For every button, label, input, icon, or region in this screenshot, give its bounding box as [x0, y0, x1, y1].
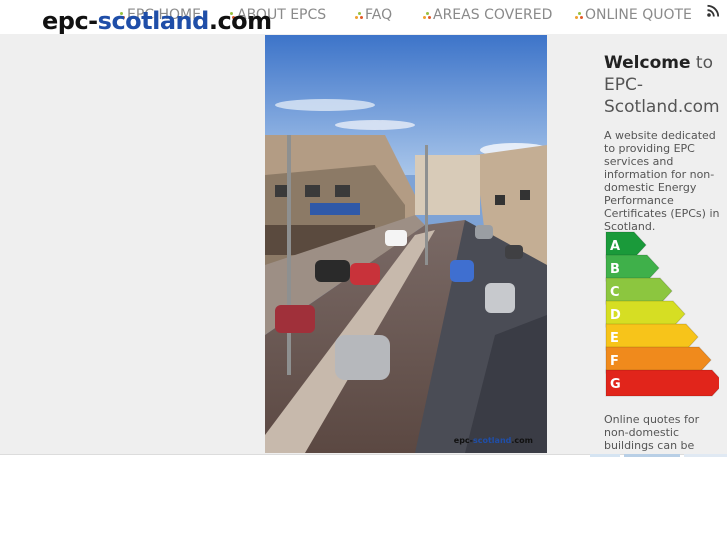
site-logo[interactable]: epc-scotland.com [42, 7, 272, 35]
welcome-to: to [690, 53, 713, 73]
hero-street-photo: epc-scotland.com [265, 35, 547, 453]
welcome-site-name: EPC-Scotland.com [604, 75, 720, 117]
footer-decoration [590, 454, 727, 457]
rating-band-label-e: E [610, 331, 619, 346]
welcome-heading: Welcome to EPC-Scotland.com [604, 52, 722, 118]
logo-text-epc: epc- [42, 7, 98, 35]
photo-watermark: epc-scotland.com [454, 436, 533, 445]
rating-band-f [605, 346, 712, 374]
rating-band-label-d: D [610, 308, 621, 323]
watermark-text-com: .com [511, 436, 533, 445]
rating-band-label-c: C [610, 285, 620, 300]
welcome-word: Welcome [604, 53, 691, 73]
rating-band-e [605, 323, 699, 351]
nav-item-areas-covered[interactable]: AREAS COVERED [423, 7, 552, 23]
rating-band-label-b: B [610, 262, 620, 277]
nav-label: FAQ [365, 7, 393, 23]
rating-band-label-a: A [610, 239, 620, 254]
rating-band-label-g: G [610, 377, 621, 392]
online-quote-text: Online quotes for non-domestic buildings… [604, 413, 700, 452]
nav-bullet-icon [575, 11, 583, 19]
rating-band-label-f: F [610, 354, 619, 369]
watermark-text-scotland: scotland [472, 436, 512, 445]
nav-item-faq[interactable]: FAQ [355, 7, 392, 23]
energy-rating-graphic: ABCDEFG [605, 231, 719, 397]
rss-feed-icon[interactable] [706, 4, 720, 18]
rating-band-g [605, 369, 719, 397]
nav-label: AREAS COVERED [433, 7, 553, 23]
street-scene-image [265, 35, 547, 453]
watermark-text-epc: epc- [453, 436, 473, 445]
nav-item-online-quote[interactable]: ONLINE QUOTE [575, 7, 692, 23]
logo-text-com: .com [208, 7, 272, 35]
logo-text-scotland: scotland [97, 7, 210, 35]
nav-label: ONLINE QUOTE [585, 7, 692, 23]
nav-bullet-icon [355, 11, 363, 19]
nav-bullet-icon [423, 11, 431, 19]
site-description: A website dedicated to providing EPC ser… [604, 129, 720, 233]
welcome-panel: Welcome to EPC-Scotland.com A website de… [604, 52, 722, 233]
